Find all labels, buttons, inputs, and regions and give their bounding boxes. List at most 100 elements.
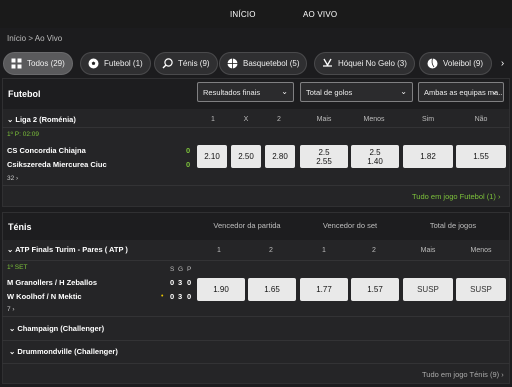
col-header: 2 — [277, 116, 281, 123]
sgp-header: S — [170, 266, 175, 273]
more-count: 32 — [7, 175, 15, 182]
link-text: Tudo em jogo Ténis (9) — [422, 370, 500, 379]
top-navigation: INÍCIO AO VIVO — [0, 0, 512, 28]
hockey-stick-icon — [322, 58, 333, 69]
home-score: 0 — [170, 278, 175, 287]
odd-button-over[interactable]: 2.5 2.55 — [300, 145, 348, 168]
chip-label: Hóquei No Gelo (3) — [338, 59, 407, 68]
col-header: Menos — [470, 247, 492, 254]
odd-button-match-1[interactable]: 1.90 — [197, 278, 245, 301]
odd-button-total-under[interactable]: SUSP — [456, 278, 506, 301]
all-tennis-link[interactable]: Tudo em jogo Ténis (9) › — [422, 370, 504, 379]
chevron-down-icon: ⌄ — [7, 115, 14, 124]
league-toggle[interactable]: ⌄ Drummondville (Challenger) — [9, 347, 118, 356]
odd-value: 1.57 — [367, 285, 383, 294]
odd-button-btts-yes[interactable]: 1.82 — [403, 145, 453, 168]
chip-label: Todos (29) — [27, 59, 65, 68]
competition-row[interactable]: ⌄ Champaign (Challenger) — [2, 318, 510, 338]
odd-button-match-2[interactable]: 1.65 — [248, 278, 296, 301]
league-toggle[interactable]: ⌄ Champaign (Challenger) — [9, 324, 104, 333]
chip-label: Ténis (9) — [178, 59, 210, 68]
nav-home-link[interactable]: INÍCIO — [230, 10, 256, 19]
chevron-down-icon: ⌄ — [400, 87, 407, 96]
odd-button-home[interactable]: 2.10 — [197, 145, 227, 168]
odd-button-draw[interactable]: 2.50 — [231, 145, 261, 168]
home-team[interactable]: M Granollers / H Zeballos — [7, 278, 97, 287]
odd-button-set-2[interactable]: 1.57 — [351, 278, 399, 301]
col-header: 1 — [322, 247, 326, 254]
league-toggle[interactable]: ⌄ Liga 2 (Roménia) — [7, 115, 76, 124]
away-score: 3 — [178, 292, 183, 301]
odd-button-btts-no[interactable]: 1.55 — [456, 145, 506, 168]
league-name: Drummondville (Challenger) — [17, 347, 118, 356]
col-header: 1 — [211, 116, 215, 123]
odd-button-set-1[interactable]: 1.77 — [300, 278, 348, 301]
all-football-link[interactable]: Tudo em jogo Futebol (1) › — [412, 192, 501, 201]
basketball-icon — [227, 58, 238, 69]
col-header: Não — [474, 116, 488, 123]
odd-value: 1.55 — [473, 152, 489, 161]
select-value: Resultados finais — [203, 88, 261, 97]
chip-label: Basquetebol (5) — [243, 59, 300, 68]
odd-value: 1.82 — [420, 152, 436, 161]
col-header: 1 — [217, 247, 221, 254]
link-text: Tudo em jogo Futebol (1) — [412, 192, 496, 201]
col-header: Mais — [420, 247, 436, 254]
divider — [2, 185, 510, 186]
odd-line: 2.5 — [318, 147, 330, 157]
more-markets-link[interactable]: 32 › — [7, 175, 18, 182]
odd-button-total-over[interactable]: SUSP — [403, 278, 453, 301]
chip-label: Futebol (1) — [104, 59, 143, 68]
market-select-btts[interactable]: Ambas as equipas ma... ⌄ — [418, 82, 504, 102]
tennis-title: Ténis — [8, 222, 32, 232]
chip-volleyball[interactable]: Voleibol (9) — [419, 52, 492, 75]
away-score: 0 — [187, 292, 192, 301]
chevron-down-icon: ⌄ — [491, 87, 498, 96]
grid-icon — [11, 58, 22, 69]
chips-scroll-right-button[interactable]: › — [493, 52, 512, 75]
league-name: ATP Finals Turim - Pares ( ATP ) — [15, 245, 128, 254]
breadcrumb: Início > Ao Vivo — [7, 34, 63, 43]
odd-value: 2.80 — [272, 152, 288, 161]
chevron-down-icon: ⌄ — [9, 324, 16, 333]
divider — [2, 127, 510, 128]
more-markets-link[interactable]: 7 › — [7, 306, 15, 313]
league-name: Champaign (Challenger) — [17, 324, 105, 333]
odd-button-under[interactable]: 2.5 1.40 — [351, 145, 399, 168]
odd-value: SUSP — [470, 285, 492, 294]
col-header: X — [243, 116, 249, 123]
market-select-goals[interactable]: Total de golos ⌄ — [300, 82, 413, 102]
col-header: 2 — [372, 247, 376, 254]
league-toggle[interactable]: ⌄ ATP Finals Turim - Pares ( ATP ) — [7, 245, 128, 254]
odd-button-away[interactable]: 2.80 — [265, 145, 295, 168]
away-score: 0 — [186, 160, 191, 169]
group-header: Vencedor da partida — [213, 221, 281, 230]
home-team[interactable]: CS Concordia Chiajna — [7, 146, 86, 155]
chip-basketball[interactable]: Basquetebol (5) — [219, 52, 308, 75]
col-header: 2 — [269, 247, 273, 254]
league-name: Liga 2 (Roménia) — [15, 115, 76, 124]
tennis-racket-icon — [162, 58, 173, 69]
away-score: 0 — [170, 292, 175, 301]
away-team[interactable]: W Koolhof / N Mektic — [7, 292, 82, 301]
away-team[interactable]: Csikszereda Miercurea Ciuc — [7, 160, 107, 169]
chip-football[interactable]: Futebol (1) — [80, 52, 151, 75]
competition-row[interactable]: ⌄ Drummondville (Challenger) — [2, 341, 510, 361]
divider — [2, 363, 510, 364]
col-header: Sim — [421, 116, 435, 123]
select-value: Total de golos — [306, 88, 353, 97]
sgp-header: G — [178, 266, 184, 273]
chip-ice-hockey[interactable]: Hóquei No Gelo (3) — [314, 52, 415, 75]
chevron-down-icon: ⌄ — [9, 347, 16, 356]
odd-value: 1.65 — [264, 285, 280, 294]
chip-all[interactable]: Todos (29) — [3, 52, 73, 75]
nav-live-link[interactable]: AO VIVO — [303, 10, 337, 19]
chip-tennis[interactable]: Ténis (9) — [154, 52, 218, 75]
chip-label: Voleibol (9) — [443, 59, 484, 68]
match-period: 1º P: 02:09 — [7, 131, 40, 138]
market-select-results[interactable]: Resultados finais ⌄ — [197, 82, 294, 102]
home-score: 3 — [178, 278, 183, 287]
chevron-right-icon: › — [500, 58, 505, 69]
odd-line: 2.5 — [369, 147, 381, 157]
match-set: 1º SET — [7, 264, 28, 271]
